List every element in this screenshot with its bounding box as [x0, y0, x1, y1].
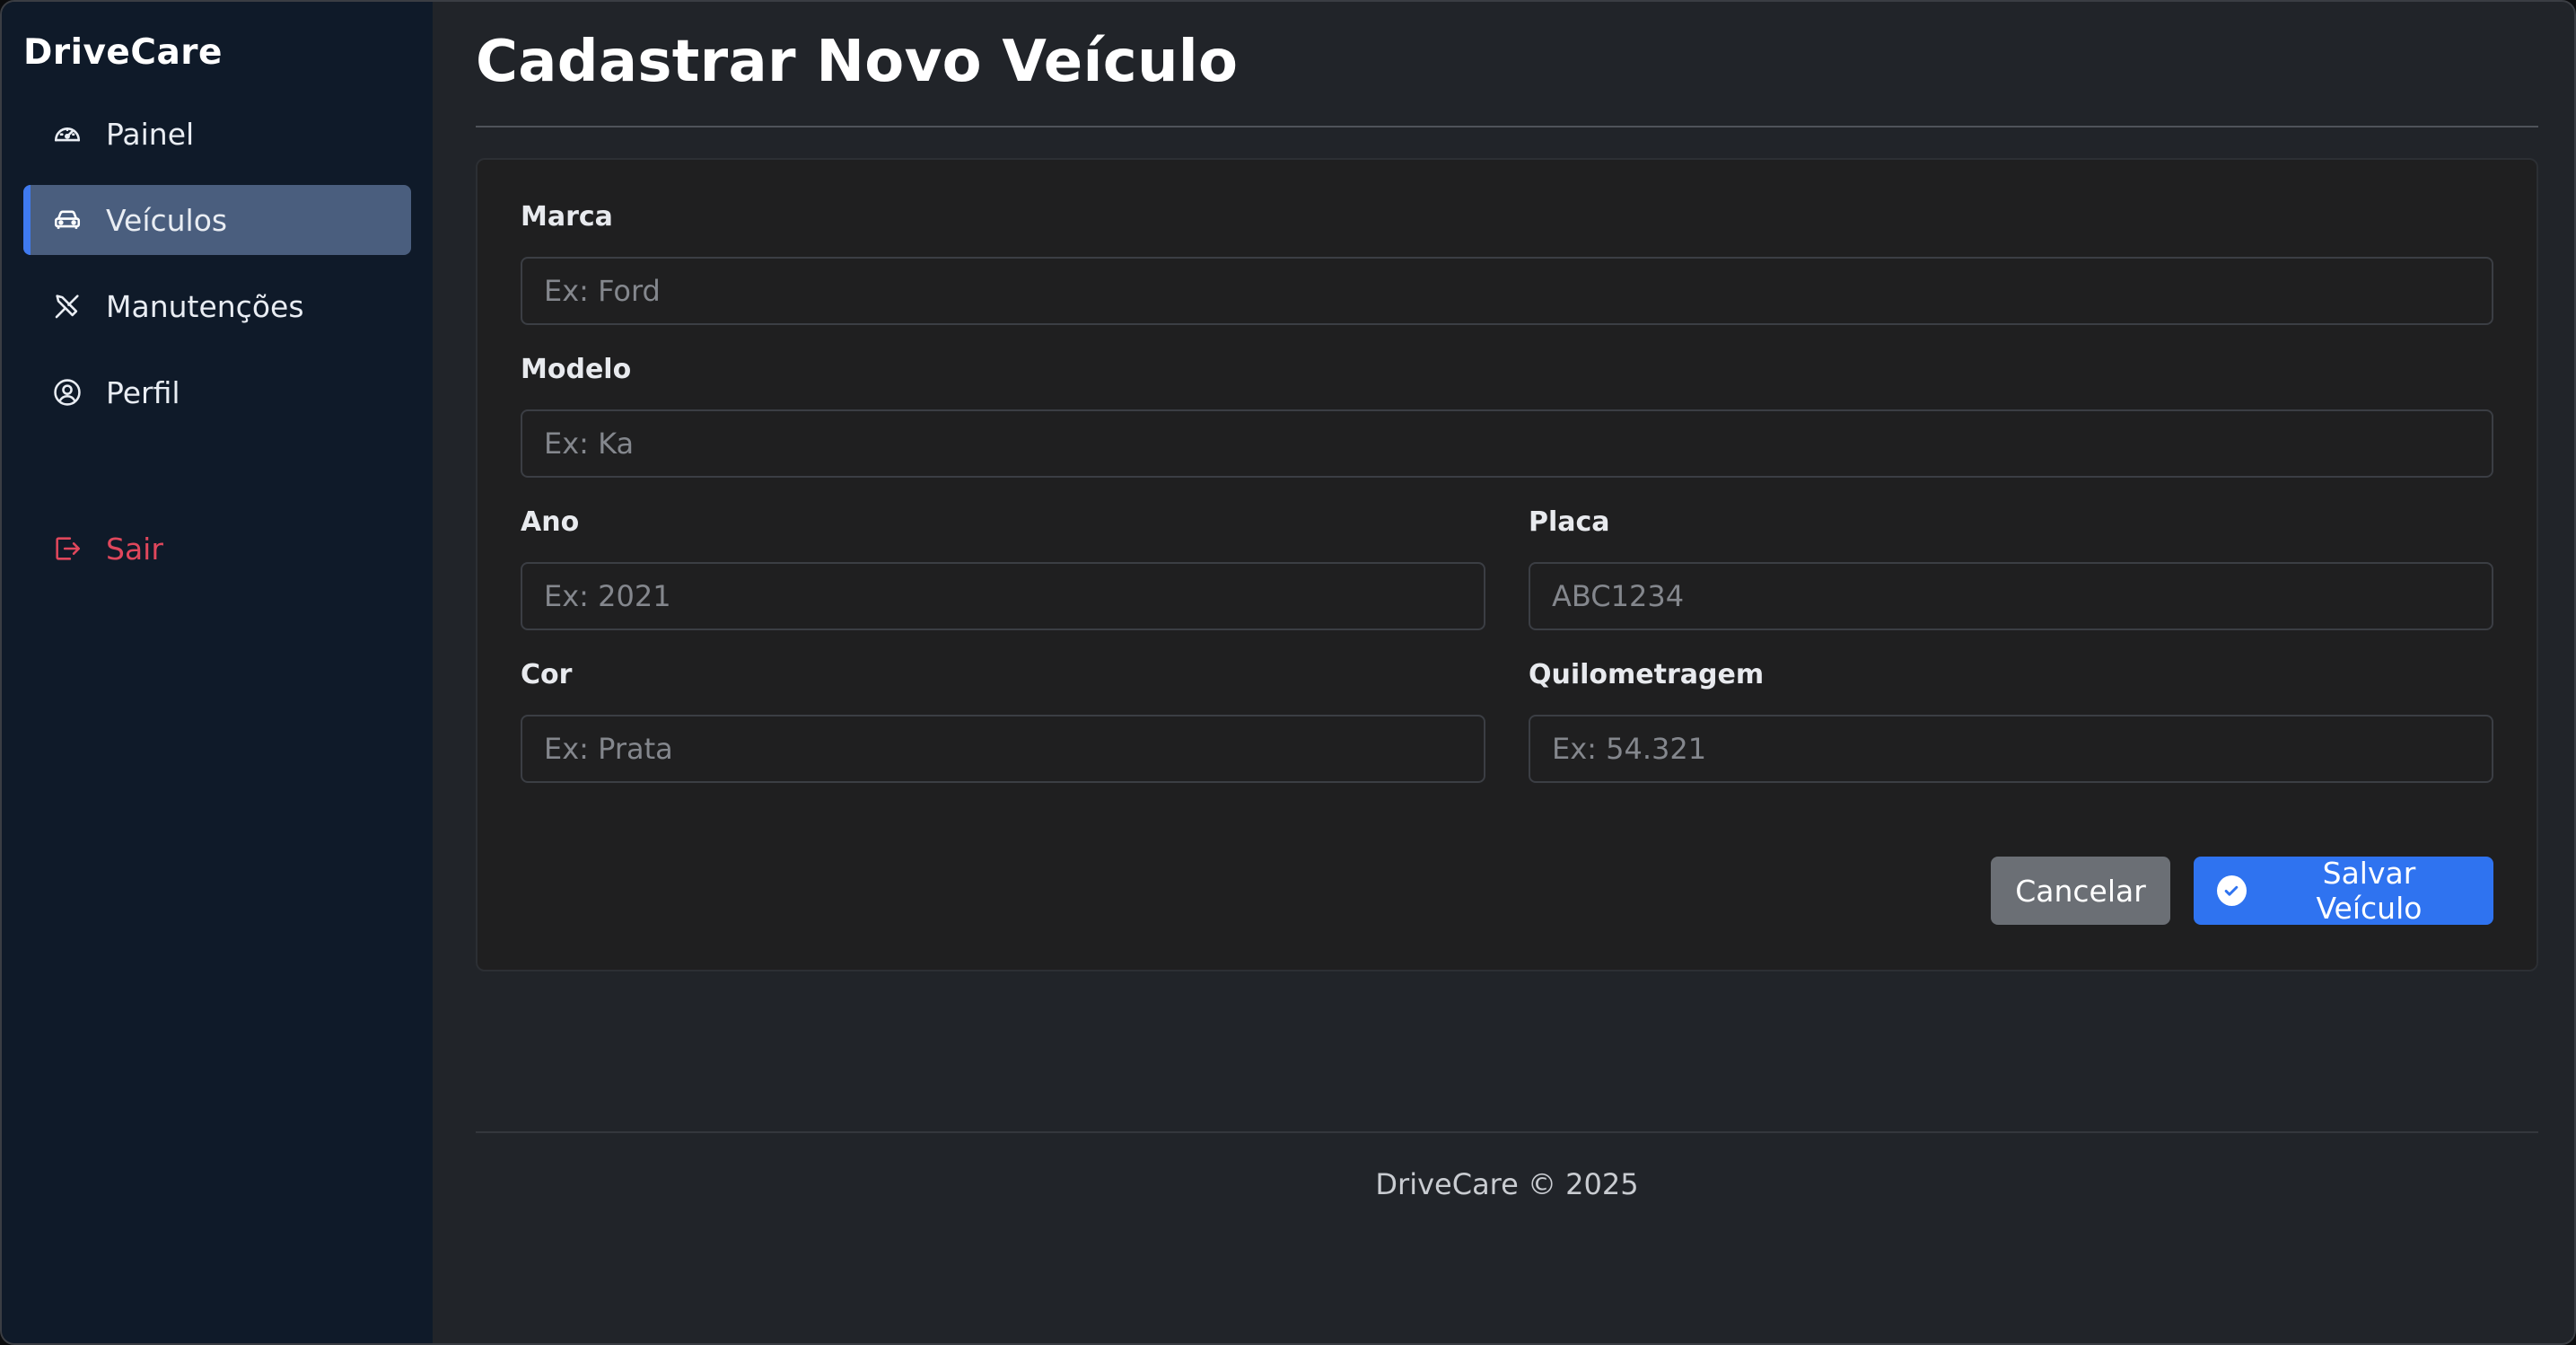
sidebar-item-label: Manutenções	[106, 288, 304, 324]
check-circle-icon	[2217, 875, 2247, 906]
footer-text: DriveCare © 2025	[1375, 1167, 1639, 1201]
quilometragem-label: Quilometragem	[1529, 659, 1765, 690]
placa-label: Placa	[1529, 506, 1610, 538]
sidebar-item-painel[interactable]: Painel	[23, 99, 411, 169]
field-placa: Placa	[1529, 506, 2493, 630]
field-ano: Ano	[521, 506, 1485, 630]
ano-label: Ano	[521, 506, 580, 538]
save-vehicle-label: Salvar Veículo	[2316, 856, 2423, 926]
gauge-icon	[50, 117, 84, 151]
vehicle-form: Marca Modelo Ano Placa Cor	[476, 158, 2538, 971]
field-marca: Marca	[521, 201, 2493, 325]
wrench-screwdriver-icon	[50, 289, 84, 323]
marca-input[interactable]	[521, 257, 2493, 325]
modelo-label: Modelo	[521, 354, 632, 385]
sidebar-item-label: Sair	[106, 531, 163, 567]
ano-input[interactable]	[521, 562, 1485, 630]
form-actions: Cancelar Salvar Veículo	[521, 856, 2493, 926]
main-content: Cadastrar Novo Veículo Marca Modelo Ano …	[433, 2, 2574, 1343]
sidebar-item-label: Painel	[106, 116, 195, 152]
cor-input[interactable]	[521, 715, 1485, 783]
footer: DriveCare © 2025	[476, 1131, 2538, 1201]
sidebar: DriveCare Painel Veículos Manutenções Pe…	[2, 2, 433, 1343]
car-icon	[50, 203, 84, 237]
field-quilometragem: Quilometragem	[1529, 659, 2493, 783]
sidebar-item-sair[interactable]: Sair	[23, 514, 411, 584]
page-title: Cadastrar Novo Veículo	[476, 2, 2538, 127]
marca-label: Marca	[521, 201, 613, 233]
brand-logo[interactable]: DriveCare	[23, 23, 411, 81]
field-cor: Cor	[521, 659, 1485, 783]
save-vehicle-button[interactable]: Salvar Veículo	[2194, 856, 2493, 926]
quilometragem-input[interactable]	[1529, 715, 2493, 783]
sidebar-item-label: Veículos	[106, 202, 228, 238]
cancel-button[interactable]: Cancelar	[1991, 857, 2170, 925]
sidebar-nav: Painel Veículos Manutenções Perfil Sair	[23, 99, 411, 584]
user-circle-icon	[50, 375, 84, 409]
sidebar-item-manutencoes[interactable]: Manutenções	[23, 271, 411, 341]
cor-label: Cor	[521, 659, 573, 690]
field-modelo: Modelo	[521, 354, 2493, 478]
placa-input[interactable]	[1529, 562, 2493, 630]
logout-icon	[50, 532, 84, 566]
sidebar-item-perfil[interactable]: Perfil	[23, 357, 411, 427]
row-cor-quilometragem: Cor Quilometragem	[521, 659, 2493, 812]
sidebar-item-label: Perfil	[106, 374, 180, 410]
app-window: DriveCare Painel Veículos Manutenções Pe…	[0, 0, 2576, 1345]
sidebar-item-veiculos[interactable]: Veículos	[23, 185, 411, 255]
row-ano-placa: Ano Placa	[521, 506, 2493, 659]
modelo-input[interactable]	[521, 409, 2493, 478]
